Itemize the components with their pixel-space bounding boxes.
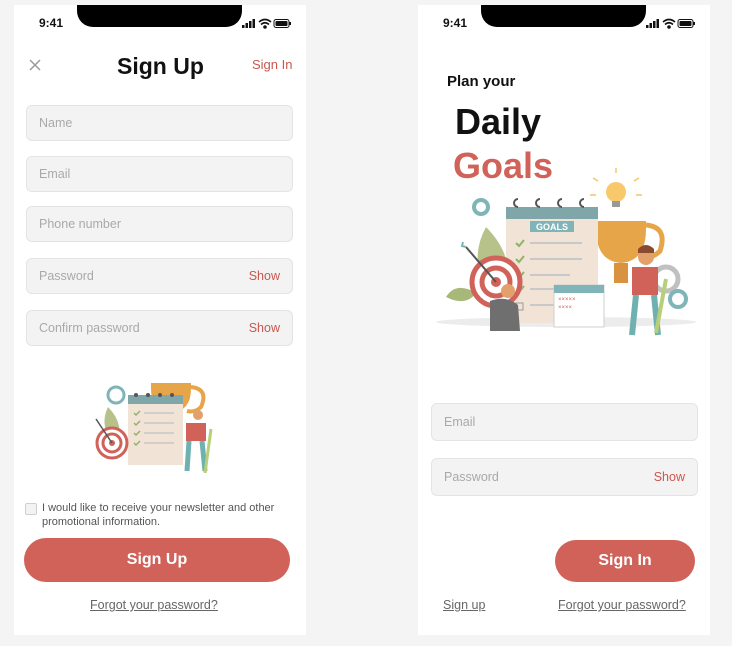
gear-icon — [472, 198, 490, 216]
password-placeholder: Password — [444, 470, 499, 484]
wifi-icon — [662, 18, 676, 29]
newsletter-label: I would like to receive your newsletter … — [42, 502, 275, 528]
svg-text:××××: ×××× — [558, 305, 573, 311]
signal-icon — [242, 19, 255, 28]
phone-placeholder: Phone number — [39, 217, 122, 231]
signin-screen: 9:41 Plan your Daily Goals GOALS ××××× ×… — [418, 5, 710, 635]
confirm-password-placeholder: Confirm password — [39, 321, 140, 335]
calendar-board — [128, 395, 183, 465]
name-field[interactable]: Name — [26, 105, 293, 141]
wifi-icon — [258, 18, 272, 29]
show-confirm-password-toggle[interactable]: Show — [249, 321, 280, 335]
sign-in-button[interactable]: Sign In — [555, 540, 695, 582]
status-icons — [646, 18, 695, 29]
phone-notch — [481, 5, 646, 27]
svg-text:×××××: ××××× — [558, 297, 576, 303]
confirm-password-field[interactable]: Confirm password Show — [26, 310, 293, 346]
sign-up-button[interactable]: Sign Up — [24, 538, 290, 582]
email-field[interactable]: Email — [26, 156, 293, 192]
phone-notch — [77, 5, 242, 27]
forgot-password-link[interactable]: Forgot your password? — [558, 598, 686, 612]
forgot-password-link[interactable]: Forgot your password? — [90, 598, 218, 612]
goals-board-label: GOALS — [536, 222, 568, 232]
status-icons — [242, 18, 291, 29]
heading-daily: Daily — [455, 101, 542, 142]
show-password-toggle[interactable]: Show — [654, 470, 685, 484]
signal-icon — [646, 19, 659, 28]
goals-illustration-large: GOALS ××××××××× — [436, 168, 696, 336]
battery-icon — [273, 19, 291, 28]
status-time: 9:41 — [443, 16, 468, 30]
lightbulb-icon — [606, 182, 626, 202]
newsletter-checkbox[interactable] — [25, 503, 37, 515]
email-field[interactable]: Email — [431, 403, 698, 441]
password-field[interactable]: Password Show — [431, 458, 698, 496]
sign-up-link[interactable]: Sign up — [443, 598, 485, 612]
sign-in-link[interactable]: Sign In — [252, 57, 292, 72]
close-icon[interactable] — [29, 59, 41, 71]
person-figure — [193, 410, 203, 420]
password-placeholder: Password — [39, 269, 94, 283]
email-placeholder: Email — [39, 167, 71, 181]
signup-screen: 9:41 Sign Up Sign In Name Email Phone nu… — [14, 5, 306, 635]
goals-illustration-small — [95, 383, 213, 474]
name-placeholder: Name — [39, 116, 73, 130]
gear-icon — [106, 385, 126, 405]
phone-field[interactable]: Phone number — [26, 206, 293, 242]
password-field[interactable]: Password Show — [26, 258, 293, 294]
status-time: 9:41 — [39, 16, 64, 30]
heading-small: Plan your — [447, 73, 516, 90]
sitting-person — [501, 284, 515, 298]
show-password-toggle[interactable]: Show — [249, 269, 280, 283]
email-placeholder: Email — [444, 415, 476, 429]
battery-icon — [677, 19, 695, 28]
page-title: Sign Up — [117, 53, 204, 79]
